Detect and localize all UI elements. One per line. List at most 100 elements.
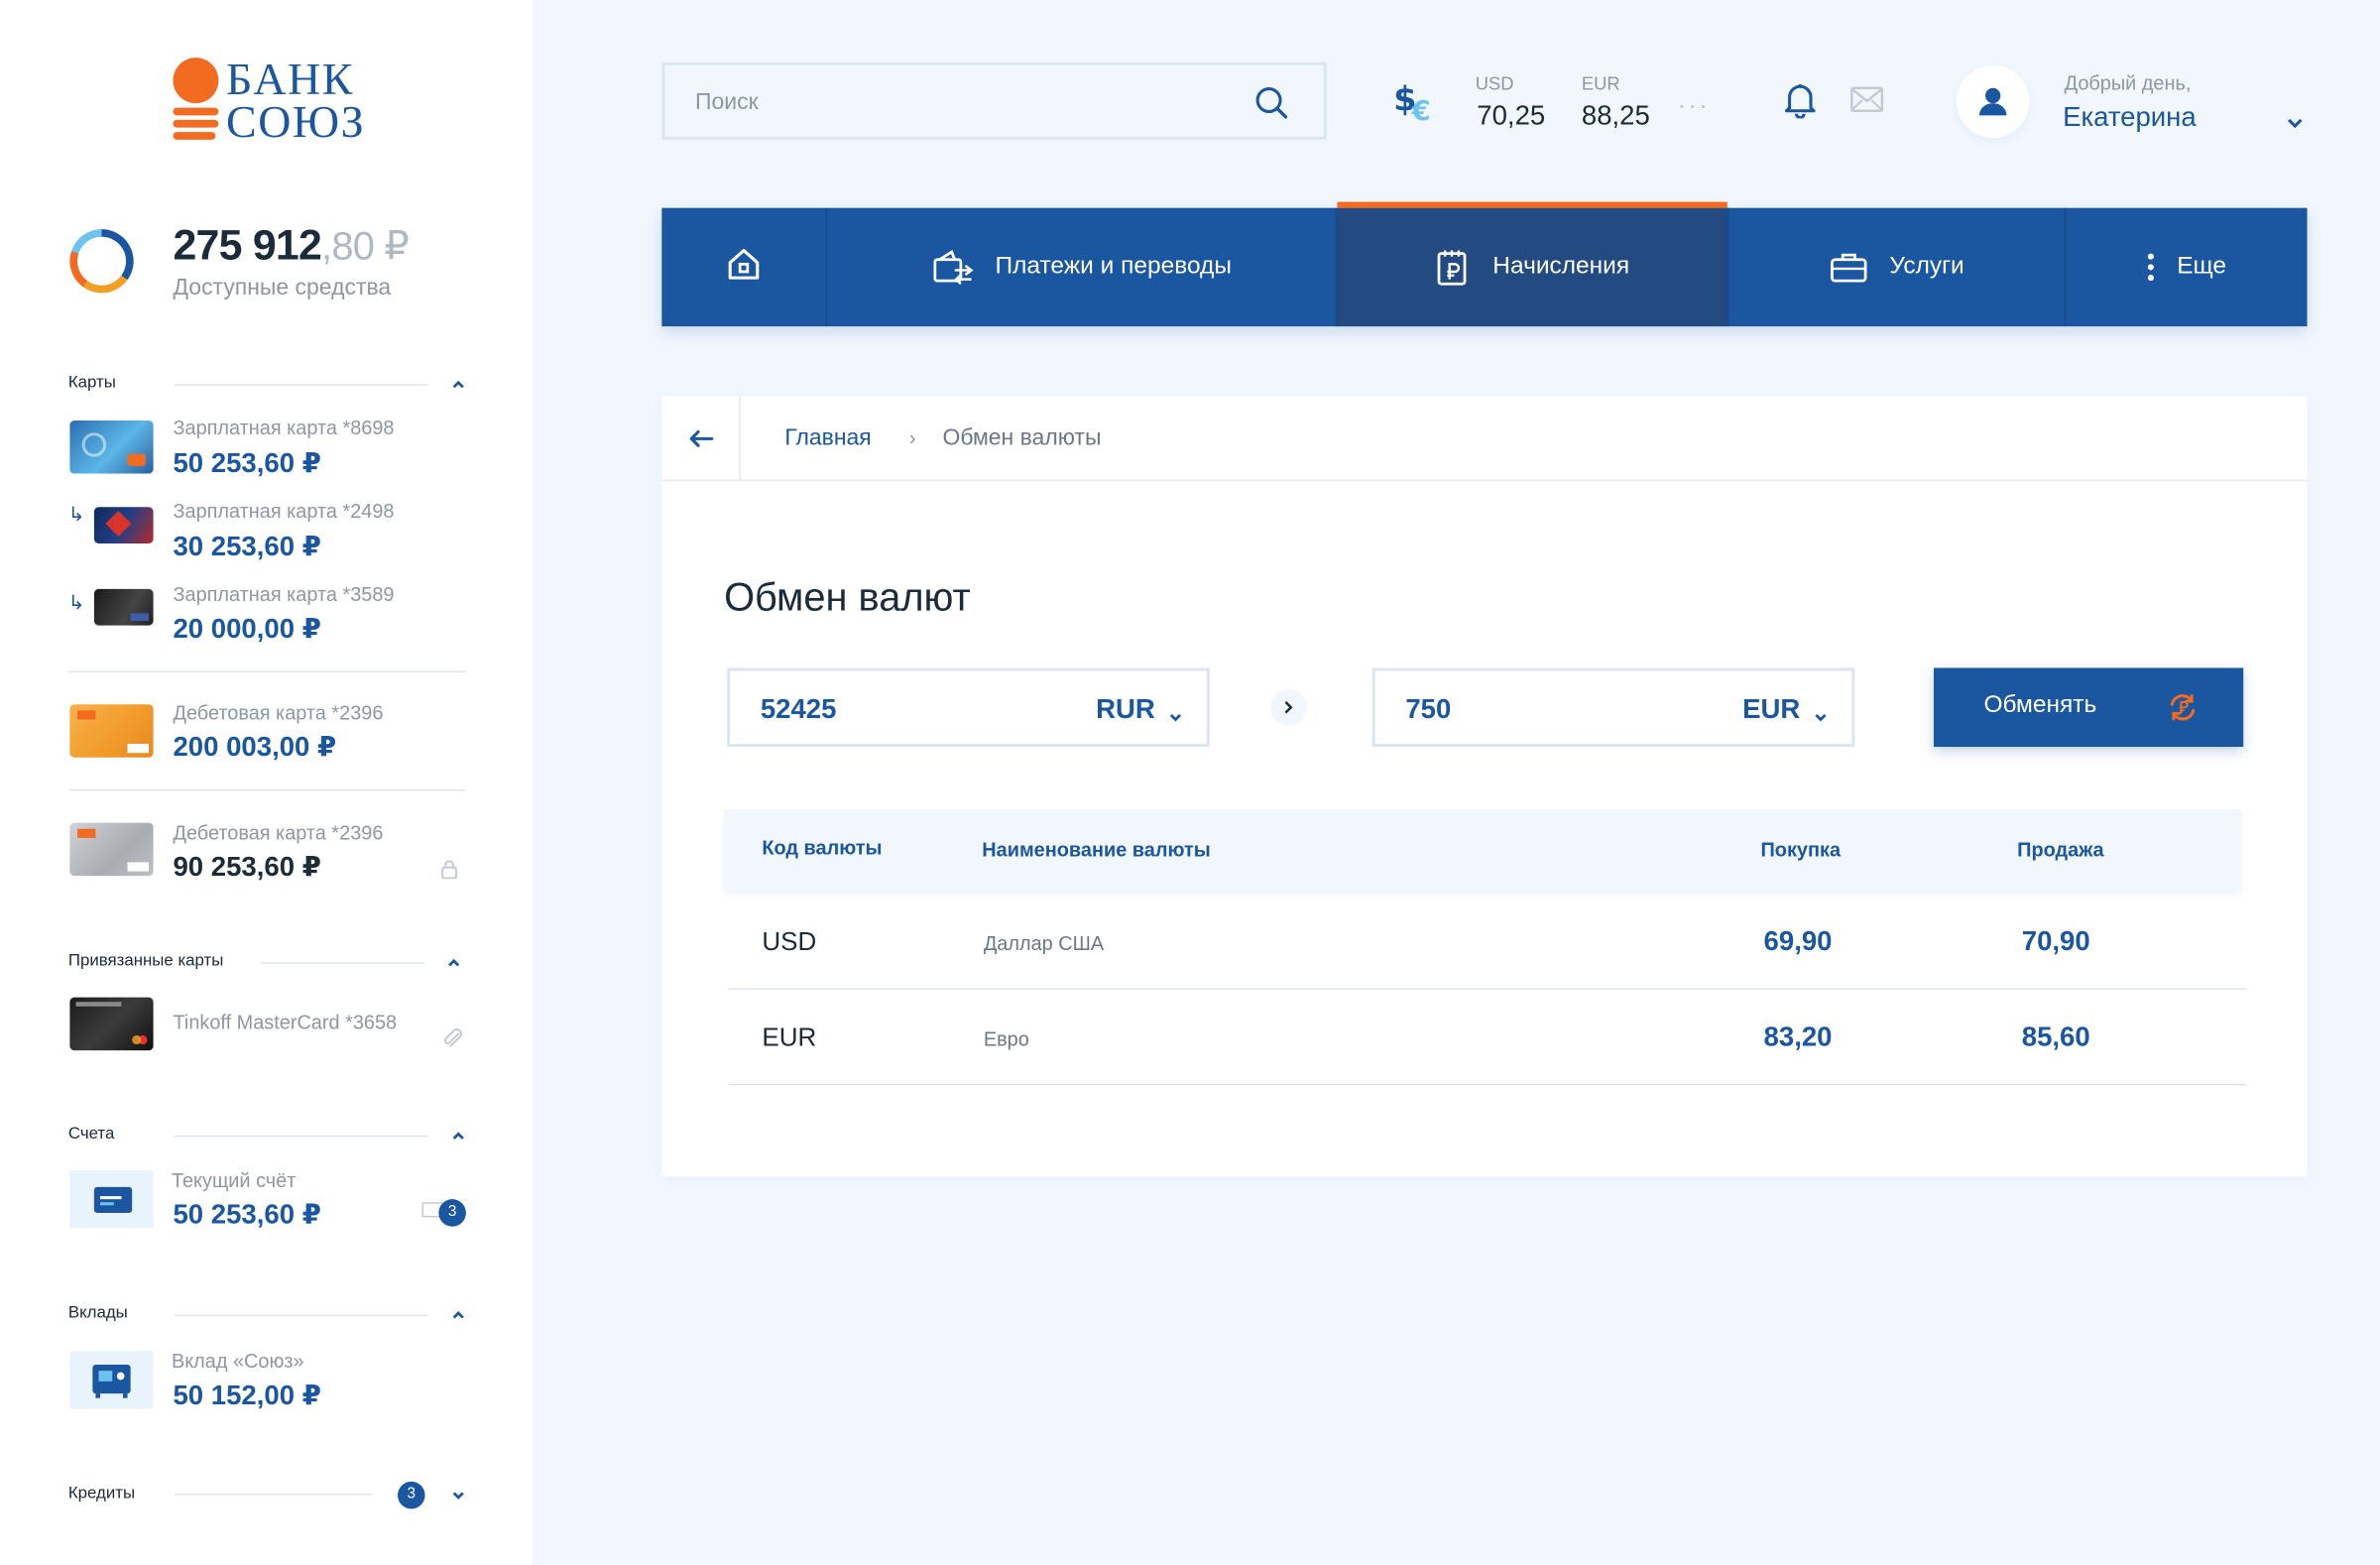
exchange-button-label: Обменять bbox=[1983, 691, 2097, 718]
nav-item-payments[interactable]: Платежи и переводы bbox=[827, 207, 1338, 327]
greeting-text: Добрый день, bbox=[2064, 70, 2192, 94]
card-thumbnail[interactable] bbox=[69, 822, 154, 877]
mail-icon[interactable] bbox=[1850, 86, 1884, 120]
section-title-cards: Карты bbox=[67, 373, 116, 392]
account-label[interactable]: Текущий счёт bbox=[172, 1169, 296, 1192]
to-amount-field[interactable]: 750 EUR bbox=[1371, 667, 1855, 748]
more-vertical-icon bbox=[2147, 252, 2156, 283]
rate-value-usd: 70,25 bbox=[1477, 100, 1546, 131]
currency-refresh-icon bbox=[2166, 690, 2200, 731]
nav-item-label: Еще bbox=[2177, 253, 2227, 280]
chevron-down-icon[interactable] bbox=[1814, 703, 1828, 731]
nav-item-accruals[interactable]: Начисления bbox=[1337, 201, 1729, 327]
card-label[interactable]: Зарплатная карта *8698 bbox=[173, 416, 394, 438]
balance-label: Доступные средства bbox=[173, 275, 392, 301]
card-thumbnail[interactable] bbox=[93, 507, 154, 543]
page-title: Обмен валют bbox=[724, 573, 971, 620]
currency-name: Даллар США bbox=[983, 931, 1105, 955]
nav-item-more[interactable]: Еще bbox=[2066, 208, 2307, 326]
ruble-document-icon bbox=[1435, 247, 1472, 287]
table-row: USD Даллар США 69,90 70,90 bbox=[728, 895, 2247, 990]
card-thumbnail[interactable] bbox=[93, 588, 154, 626]
card-amount: 30 253,60 ₽ bbox=[173, 531, 321, 562]
back-button[interactable] bbox=[661, 396, 741, 482]
nav-item-label: Платежи и переводы bbox=[995, 253, 1232, 280]
card-thumbnail[interactable] bbox=[69, 704, 154, 758]
buy-rate: 83,20 bbox=[1763, 1022, 1833, 1052]
rate-value-eur: 88,25 bbox=[1581, 100, 1650, 131]
chevron-down-icon[interactable] bbox=[1169, 703, 1183, 731]
nav-item-services[interactable]: Услуги bbox=[1728, 207, 2067, 327]
avatar[interactable] bbox=[1956, 64, 2030, 139]
from-amount-input[interactable]: 52425 bbox=[761, 693, 837, 725]
card-label[interactable]: Зарплатная карта *2498 bbox=[173, 500, 394, 523]
currency-exchange-icon[interactable]: $ € bbox=[1393, 80, 1442, 127]
column-header-buy: Покупка bbox=[1760, 837, 1842, 861]
card-label[interactable]: Дебетовая карта *2396 bbox=[173, 821, 383, 844]
logo-line2: СОЮЗ bbox=[226, 96, 366, 148]
sub-card-arrow-icon: ↳ bbox=[67, 502, 85, 526]
from-amount-field[interactable]: 52425 RUR bbox=[727, 667, 1210, 748]
account-icon[interactable] bbox=[69, 1170, 154, 1229]
total-balance: 275 912,80 ₽ bbox=[173, 221, 409, 269]
currency-code: EUR bbox=[762, 1023, 817, 1052]
bell-icon[interactable] bbox=[1783, 82, 1817, 126]
main-nav: Платежи и переводы Начисления Услуги Еще bbox=[661, 201, 2308, 327]
account-badge: 3 bbox=[438, 1199, 466, 1227]
currency-code: USD bbox=[762, 927, 817, 957]
sell-rate: 70,90 bbox=[2021, 925, 2090, 957]
deposit-label[interactable]: Вклад «Союз» bbox=[172, 1350, 304, 1373]
from-currency-select[interactable]: RUR bbox=[1096, 693, 1155, 725]
column-header-code: Код валюты bbox=[762, 836, 883, 860]
card-label[interactable]: Зарплатная карта *3589 bbox=[173, 583, 394, 606]
chevron-up-icon[interactable] bbox=[451, 1128, 466, 1143]
to-amount-input[interactable]: 750 bbox=[1405, 693, 1451, 725]
search-input[interactable] bbox=[695, 83, 1243, 120]
exchange-panel: Главная › Обмен валюты Обмен валют 52425… bbox=[661, 396, 2308, 1177]
arrow-right-icon bbox=[1270, 688, 1307, 726]
chevron-up-icon[interactable] bbox=[446, 955, 461, 970]
nav-item-label: Начисления bbox=[1492, 253, 1630, 280]
sub-card-arrow-icon: ↳ bbox=[67, 590, 85, 614]
card-amount: 50 253,60 ₽ bbox=[173, 447, 321, 479]
rates-table-header: Код валюты Наименование валюты Покупка П… bbox=[724, 808, 2242, 892]
card-thumbnail[interactable] bbox=[69, 420, 154, 474]
chevron-up-icon[interactable] bbox=[451, 1307, 466, 1322]
user-name[interactable]: Екатерина bbox=[2063, 102, 2197, 134]
chevron-right-icon: › bbox=[908, 426, 916, 450]
table-row: EUR Евро 83,20 85,60 bbox=[728, 990, 2247, 1086]
column-header-sell: Продажа bbox=[2017, 837, 2104, 861]
nav-item-home[interactable] bbox=[661, 207, 828, 327]
svg-text:€: € bbox=[1410, 95, 1430, 123]
card-amount: 20 000,00 ₽ bbox=[173, 613, 321, 644]
section-title-credits: Кредиты bbox=[67, 1484, 136, 1504]
briefcase-icon bbox=[1829, 251, 1868, 285]
card-thumbnail[interactable] bbox=[69, 997, 154, 1051]
deposit-amount: 50 152,00 ₽ bbox=[173, 1380, 321, 1410]
account-amount: 50 253,60 ₽ bbox=[173, 1199, 321, 1230]
card-label[interactable]: Tinkoff MasterCard *3658 bbox=[173, 1011, 397, 1033]
card-amount: 90 253,60 ₽ bbox=[173, 851, 321, 883]
to-currency-select[interactable]: EUR bbox=[1742, 693, 1800, 725]
nav-item-label: Услуги bbox=[1889, 253, 1964, 280]
rate-code-usd: USD bbox=[1475, 72, 1514, 94]
credits-badge: 3 bbox=[398, 1481, 425, 1509]
breadcrumb: Главная › Обмен валюты bbox=[661, 396, 2308, 482]
currency-name: Евро bbox=[983, 1027, 1029, 1051]
chevron-down-icon[interactable] bbox=[451, 1488, 466, 1503]
breadcrumb-home-link[interactable]: Главная bbox=[784, 425, 871, 451]
bank-logo[interactable]: БАНК СОЮЗ bbox=[172, 56, 369, 148]
chevron-up-icon[interactable] bbox=[451, 377, 466, 392]
wallet-transfer-icon bbox=[931, 249, 974, 286]
search-icon[interactable] bbox=[1253, 85, 1290, 129]
balance-chart-icon bbox=[69, 229, 134, 294]
lock-icon bbox=[440, 859, 458, 887]
card-label[interactable]: Дебетовая карта *2396 bbox=[173, 701, 383, 724]
safe-icon[interactable] bbox=[69, 1351, 154, 1409]
rate-code-eur: EUR bbox=[1581, 72, 1620, 94]
exchange-button[interactable]: Обменять bbox=[1933, 667, 2244, 748]
more-rates-icon[interactable]: ··· bbox=[1677, 89, 1709, 121]
chevron-down-icon[interactable] bbox=[2286, 111, 2304, 139]
section-title-accounts: Счета bbox=[67, 1125, 115, 1144]
search-box bbox=[661, 61, 1327, 140]
